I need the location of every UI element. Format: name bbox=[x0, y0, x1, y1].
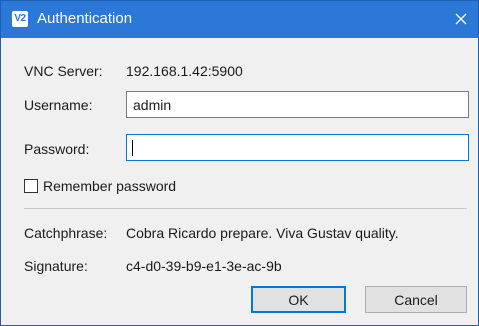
password-field[interactable] bbox=[126, 134, 469, 161]
password-input[interactable] bbox=[127, 135, 468, 160]
authentication-dialog: V2 Authentication VNC Server: 192.168.1.… bbox=[0, 0, 479, 326]
signature-value: c4-d0-39-b9-e1-3e-ac-9b bbox=[126, 258, 282, 274]
ok-button[interactable]: OK bbox=[251, 286, 346, 313]
remember-password-label[interactable]: Remember password bbox=[43, 178, 176, 194]
username-label: Username: bbox=[24, 97, 93, 113]
username-field[interactable] bbox=[126, 91, 469, 118]
catchphrase-value: Cobra Ricardo prepare. Viva Gustav quali… bbox=[126, 225, 399, 241]
catchphrase-label: Catchphrase: bbox=[24, 225, 108, 241]
signature-label: Signature: bbox=[24, 258, 88, 274]
vnc-server-label: VNC Server: bbox=[24, 63, 103, 79]
title-bar[interactable]: V2 Authentication bbox=[1, 1, 478, 38]
close-button[interactable] bbox=[450, 8, 472, 30]
window-title: Authentication bbox=[37, 10, 133, 27]
divider bbox=[24, 208, 467, 209]
text-caret bbox=[132, 140, 133, 156]
password-label: Password: bbox=[24, 141, 90, 157]
vnc-server-value: 192.168.1.42:5900 bbox=[126, 63, 243, 79]
username-input[interactable] bbox=[127, 92, 468, 117]
cancel-button[interactable]: Cancel bbox=[365, 286, 467, 313]
vnc-viewer-icon: V2 bbox=[12, 11, 28, 27]
remember-password-checkbox[interactable] bbox=[24, 179, 38, 193]
close-icon bbox=[455, 13, 467, 25]
app-icon-text: V2 bbox=[14, 13, 26, 24]
